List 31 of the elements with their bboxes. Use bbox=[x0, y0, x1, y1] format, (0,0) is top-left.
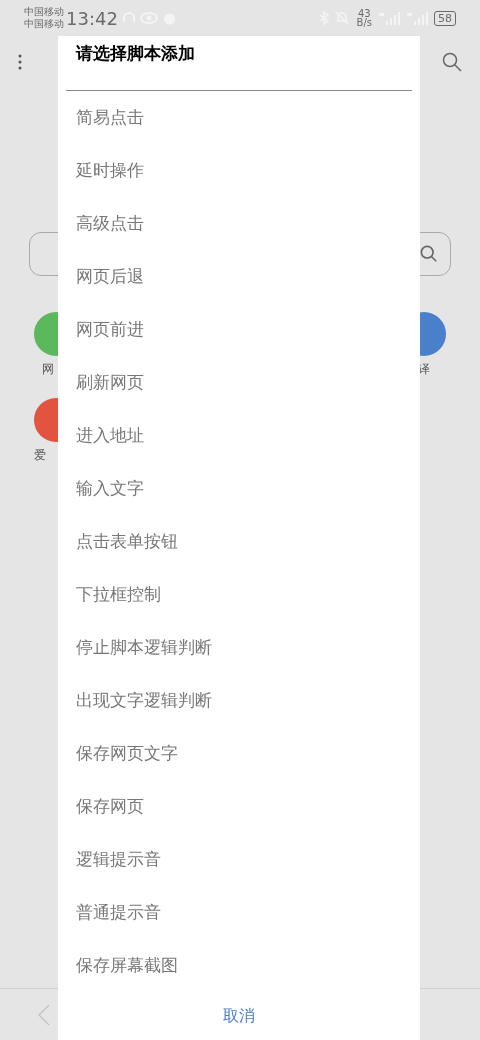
script-option[interactable]: 进入地址 bbox=[58, 409, 420, 462]
shortcut-label[interactable]: 译 bbox=[418, 360, 430, 378]
script-option[interactable]: 普通提示音 bbox=[58, 886, 420, 939]
battery-indicator: 58 bbox=[434, 10, 456, 26]
script-option[interactable]: 停止脚本逻辑判断 bbox=[58, 621, 420, 674]
script-option[interactable]: 下拉框控制 bbox=[58, 568, 420, 621]
script-option[interactable]: 保存屏幕截图 bbox=[58, 939, 420, 992]
script-option[interactable]: 刷新网页 bbox=[58, 356, 420, 409]
script-option[interactable]: 保存网页 bbox=[58, 780, 420, 833]
speed-unit: B/s bbox=[356, 18, 372, 27]
script-option[interactable]: 网页前进 bbox=[58, 303, 420, 356]
network-speed: 43 bbox=[357, 9, 371, 18]
script-option[interactable]: 输入文字 bbox=[58, 462, 420, 515]
cancel-button[interactable]: 取消 bbox=[215, 1000, 263, 1032]
script-option[interactable]: 保存网页文字 bbox=[58, 727, 420, 780]
script-option[interactable]: 点击表单按钮 bbox=[58, 515, 420, 568]
shortcut-label[interactable]: 爱 bbox=[34, 446, 46, 464]
carrier-label: 中国移动 bbox=[24, 18, 64, 30]
carrier-label: 中国移动 bbox=[24, 6, 64, 18]
script-option[interactable]: 逻辑提示音 bbox=[58, 833, 420, 886]
script-option[interactable]: 出现文字逻辑判断 bbox=[58, 674, 420, 727]
shortcut-label[interactable]: 网 bbox=[34, 360, 54, 378]
script-option[interactable]: 简易点击 bbox=[58, 91, 420, 144]
clock-time: 13:42 bbox=[66, 6, 118, 31]
search-icon[interactable] bbox=[442, 52, 462, 72]
script-option[interactable]: 网页后退 bbox=[58, 250, 420, 303]
search-icon bbox=[420, 245, 438, 263]
script-option[interactable]: 高级点击 bbox=[58, 197, 420, 250]
script-option[interactable]: 延时操作 bbox=[58, 144, 420, 197]
more-options-icon[interactable] bbox=[18, 54, 22, 70]
dialog-title: 请选择脚本添加 bbox=[76, 42, 195, 66]
